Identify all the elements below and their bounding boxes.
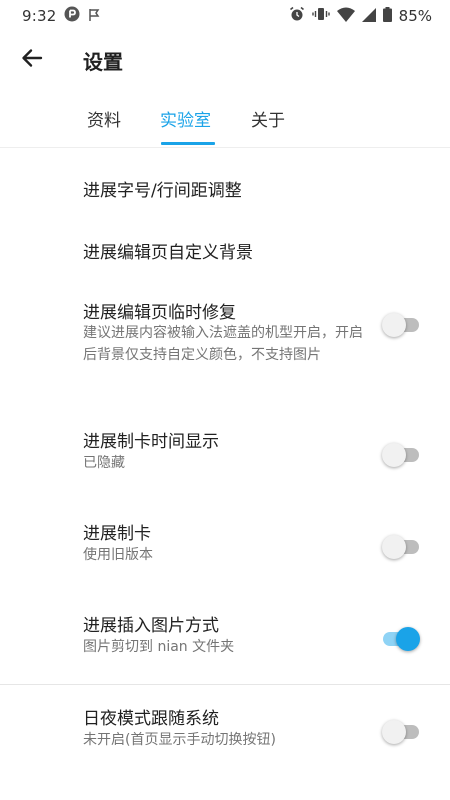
tab-about[interactable]: 关于 (251, 106, 285, 131)
app-bar: 设置 (0, 30, 450, 90)
section-divider (0, 684, 450, 685)
back-button[interactable] (14, 42, 50, 78)
switch-thumb (382, 443, 406, 467)
status-right: 85% (289, 6, 432, 26)
toggle-card-time[interactable] (382, 443, 419, 467)
setting-title: 进展编辑页临时修复 (83, 303, 236, 323)
setting-title: 进展制卡 (83, 524, 151, 544)
tab-bar: 资料 实验室 关于 (0, 100, 450, 148)
setting-title: 进展制卡时间显示 (83, 432, 219, 452)
setting-insert-image[interactable]: 进展插入图片方式 图片剪切到 nian 文件夹 (0, 611, 450, 663)
setting-font-size[interactable]: 进展字号/行间距调整 (0, 170, 450, 214)
setting-subtitle: 已隐藏 (83, 455, 125, 471)
switch-thumb (396, 627, 420, 651)
alarm-icon (289, 6, 305, 26)
setting-title: 进展插入图片方式 (83, 616, 219, 636)
status-time: 9:32 (22, 7, 57, 25)
page-title: 设置 (83, 50, 123, 74)
status-bar: 9:32 85% (0, 0, 450, 30)
setting-day-night[interactable]: 日夜模式跟随系统 未开启(首页显示手动切换按钮) (0, 704, 450, 756)
setting-title: 日夜模式跟随系统 (83, 709, 219, 729)
setting-title: 进展字号/行间距调整 (83, 181, 242, 201)
switch-thumb (382, 720, 406, 744)
flag-icon (88, 7, 100, 26)
setting-card-make[interactable]: 进展制卡 使用旧版本 (0, 519, 450, 571)
setting-subtitle: 使用旧版本 (83, 547, 153, 563)
switch-thumb (382, 313, 406, 337)
status-left: 9:32 (22, 6, 100, 26)
vibrate-icon (311, 6, 330, 26)
arrow-left-icon (21, 47, 43, 73)
wifi-icon (336, 7, 355, 26)
setting-card-time[interactable]: 进展制卡时间显示 已隐藏 (0, 427, 450, 479)
switch-thumb (382, 535, 406, 559)
battery-icon (382, 6, 392, 26)
setting-editor-background[interactable]: 进展编辑页自定义背景 (0, 232, 450, 276)
setting-title: 进展编辑页自定义背景 (83, 243, 253, 263)
app-notification-icon (64, 6, 80, 26)
setting-subtitle: 图片剪切到 nian 文件夹 (83, 639, 235, 655)
tab-lab[interactable]: 实验室 (160, 106, 211, 131)
battery-percent: 85% (398, 7, 432, 25)
signal-icon (361, 7, 376, 26)
toggle-card-make[interactable] (382, 535, 419, 559)
setting-subtitle: 建议进展内容被输入法遮盖的机型开启，开启后背景仅支持自定义颜色，不支持图片 (83, 325, 363, 363)
tab-profile[interactable]: 资料 (87, 106, 121, 131)
setting-editor-fix[interactable]: 进展编辑页临时修复 建议进展内容被输入法遮盖的机型开启，开启后背景仅支持自定义颜… (0, 294, 450, 394)
toggle-day-night[interactable] (382, 720, 419, 744)
toggle-insert-image[interactable] (383, 627, 420, 651)
tab-indicator (161, 142, 215, 145)
setting-subtitle: 未开启(首页显示手动切换按钮) (83, 732, 276, 748)
toggle-editor-fix[interactable] (382, 313, 419, 337)
